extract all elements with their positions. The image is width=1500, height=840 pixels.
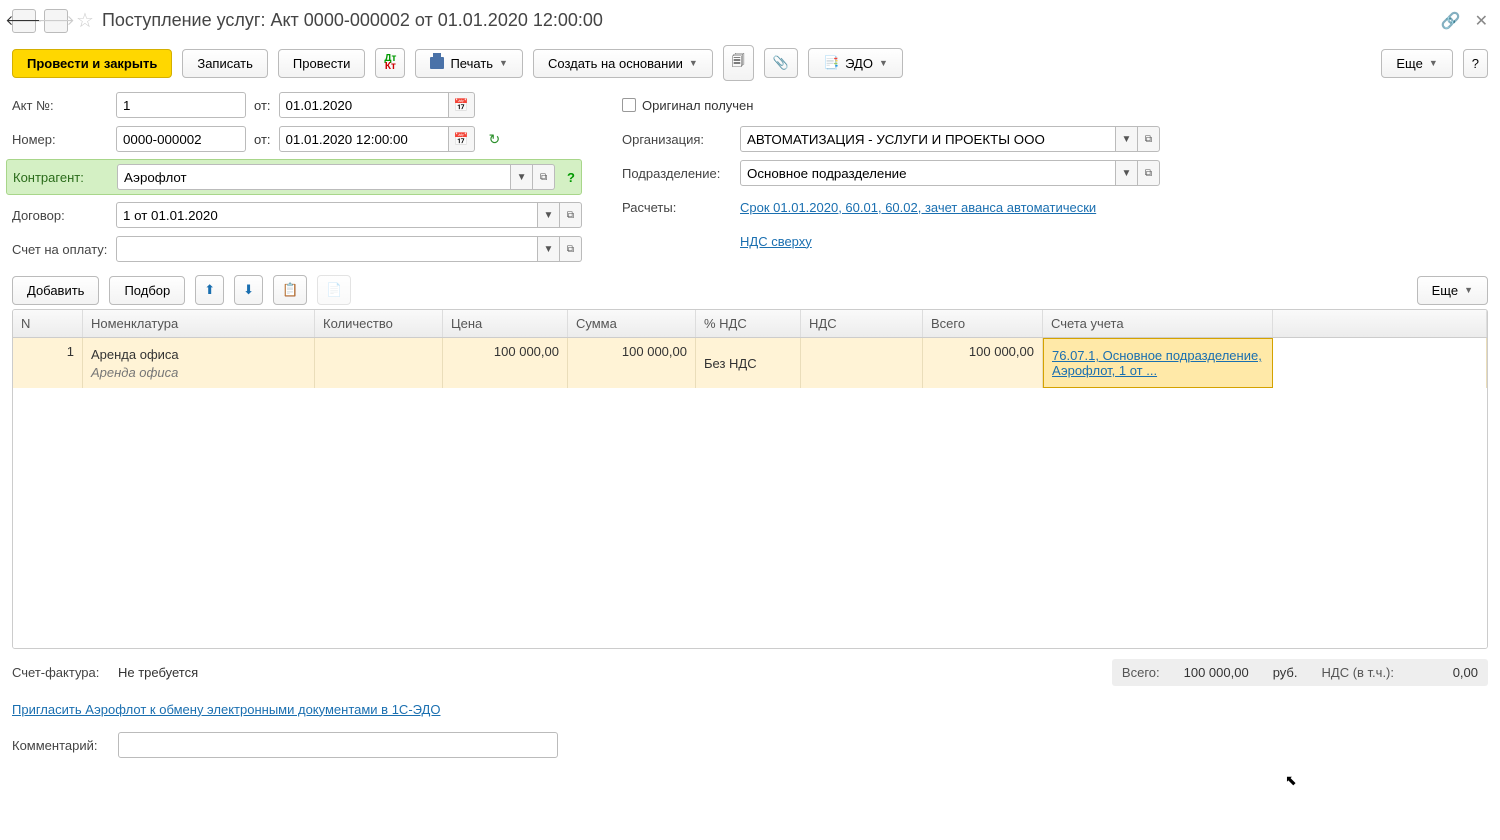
nav-back-button[interactable]: 🡐 xyxy=(12,9,36,33)
dtkt-button[interactable]: ДтКт xyxy=(375,48,405,78)
table-row[interactable]: 1 Аренда офиса Аренда офиса 100 000,00 1… xyxy=(13,338,1487,388)
organization-input[interactable] xyxy=(740,126,1116,152)
number-label: Номер: xyxy=(12,132,108,147)
subdivision-label: Подразделение: xyxy=(622,166,732,181)
counterparty-input[interactable] xyxy=(117,164,511,190)
number-input[interactable] xyxy=(116,126,246,152)
col-quantity-header[interactable]: Количество xyxy=(315,310,443,337)
help-button[interactable]: ? xyxy=(1463,49,1488,78)
dropdown-icon[interactable]: ▼ xyxy=(1116,126,1138,152)
original-received-checkbox[interactable] xyxy=(622,98,636,112)
table-more-button[interactable]: Еще▼ xyxy=(1417,276,1488,305)
close-icon[interactable]: ✕ xyxy=(1475,11,1488,31)
invoice-input[interactable] xyxy=(116,236,538,262)
vat-incl-value: 0,00 xyxy=(1418,665,1478,680)
vat-incl-label: НДС (в т.ч.): xyxy=(1322,665,1395,680)
toolbar-more-button[interactable]: Еще▼ xyxy=(1381,49,1452,78)
create-based-label: Создать на основании xyxy=(548,56,683,71)
cell-quantity[interactable] xyxy=(315,338,443,388)
help-icon[interactable]: ? xyxy=(567,170,575,185)
move-down-button[interactable]: ⬇ xyxy=(234,275,263,305)
pick-button[interactable]: Подбор xyxy=(109,276,185,305)
contract-input[interactable] xyxy=(116,202,538,228)
act-date-input[interactable] xyxy=(279,92,449,118)
act-no-label: Акт №: xyxy=(12,98,108,113)
open-icon[interactable]: ⧉ xyxy=(560,202,582,228)
print-button[interactable]: Печать▼ xyxy=(415,49,523,78)
favorite-star-icon[interactable]: ☆ xyxy=(76,8,94,33)
link-icon[interactable]: 🔗 xyxy=(1441,11,1461,31)
organization-label: Организация: xyxy=(622,132,732,147)
col-vat-header[interactable]: НДС xyxy=(801,310,923,337)
open-icon[interactable]: ⧉ xyxy=(1138,126,1160,152)
cell-sum: 100 000,00 xyxy=(622,344,687,359)
create-based-button[interactable]: Создать на основании▼ xyxy=(533,49,713,78)
page-title: Поступление услуг: Акт 0000-000002 от 01… xyxy=(102,10,1427,31)
table-more-label: Еще xyxy=(1432,283,1458,298)
related-docs-button[interactable]: 🗐 xyxy=(723,45,754,81)
col-nomenclature-header[interactable]: Номенклатура xyxy=(83,310,315,337)
dropdown-icon[interactable]: ▼ xyxy=(511,164,533,190)
cell-vat-percent: Без НДС xyxy=(704,356,792,371)
nav-forward-button: 🡒 xyxy=(44,9,68,33)
from-label: от: xyxy=(254,98,271,113)
cell-price: 100 000,00 xyxy=(494,344,559,359)
open-icon[interactable]: ⧉ xyxy=(1138,160,1160,186)
edo-button[interactable]: 📑 ЭДО▼ xyxy=(808,48,903,78)
original-received-label: Оригинал получен xyxy=(642,98,753,113)
subdivision-input[interactable] xyxy=(740,160,1116,186)
save-button[interactable]: Записать xyxy=(182,49,268,78)
col-sum-header[interactable]: Сумма xyxy=(568,310,696,337)
toolbar-more-label: Еще xyxy=(1396,56,1422,71)
currency-label: руб. xyxy=(1273,665,1298,680)
settlements-label: Расчеты: xyxy=(622,200,732,215)
copy-button[interactable]: 📋 xyxy=(273,275,307,305)
post-button[interactable]: Провести xyxy=(278,49,366,78)
col-n-header[interactable]: N xyxy=(13,310,83,337)
cell-accounts[interactable]: 76.07.1, Основное подразделение, Аэрофло… xyxy=(1052,348,1264,378)
cursor-icon: ⬉ xyxy=(1285,772,1297,789)
col-accounts-header[interactable]: Счета учета xyxy=(1043,310,1273,337)
edo-invite-link[interactable]: Пригласить Аэрофлот к обмену электронным… xyxy=(12,702,440,717)
paste-button[interactable]: 📄 xyxy=(317,275,351,305)
col-vat-percent-header[interactable]: % НДС xyxy=(696,310,801,337)
add-row-button[interactable]: Добавить xyxy=(12,276,99,305)
invoice-fact-value: Не требуется xyxy=(118,665,198,680)
total-label: Всего: xyxy=(1122,665,1160,680)
col-price-header[interactable]: Цена xyxy=(443,310,568,337)
number-date-input[interactable] xyxy=(279,126,449,152)
counterparty-label: Контрагент: xyxy=(13,170,109,185)
comment-label: Комментарий: xyxy=(12,738,108,753)
act-no-input[interactable] xyxy=(116,92,246,118)
move-up-button[interactable]: ⬆ xyxy=(195,275,224,305)
calendar-icon-2[interactable]: 📅 xyxy=(449,126,475,152)
print-label: Печать xyxy=(450,56,493,71)
comment-input[interactable] xyxy=(118,732,558,758)
open-icon[interactable]: ⧉ xyxy=(533,164,555,190)
dropdown-icon[interactable]: ▼ xyxy=(1116,160,1138,186)
printer-icon xyxy=(430,57,444,69)
vat-link[interactable]: НДС сверху xyxy=(740,234,812,249)
post-and-close-button[interactable]: Провести и закрыть xyxy=(12,49,172,78)
dropdown-icon[interactable]: ▼ xyxy=(538,202,560,228)
edo-label: ЭДО xyxy=(845,56,873,71)
invoice-label: Счет на оплату: xyxy=(12,242,108,257)
cell-nomenclature: Аренда офиса xyxy=(91,347,306,362)
invoice-fact-label: Счет-фактура: xyxy=(12,665,108,680)
cell-n: 1 xyxy=(67,344,74,359)
cell-total: 100 000,00 xyxy=(969,344,1034,359)
col-total-header[interactable]: Всего xyxy=(923,310,1043,337)
settlements-link[interactable]: Срок 01.01.2020, 60.01, 60.02, зачет ава… xyxy=(740,200,1096,215)
attachment-button[interactable]: 📎 xyxy=(764,48,798,78)
cell-vat[interactable] xyxy=(801,338,923,388)
cell-nomenclature-sub: Аренда офиса xyxy=(91,365,306,380)
calendar-icon[interactable]: 📅 xyxy=(449,92,475,118)
from-label-2: от: xyxy=(254,132,271,147)
contract-label: Договор: xyxy=(12,208,108,223)
dropdown-icon[interactable]: ▼ xyxy=(538,236,560,262)
total-value: 100 000,00 xyxy=(1184,665,1249,680)
refresh-icon[interactable]: ↻ xyxy=(489,131,501,148)
open-icon[interactable]: ⧉ xyxy=(560,236,582,262)
